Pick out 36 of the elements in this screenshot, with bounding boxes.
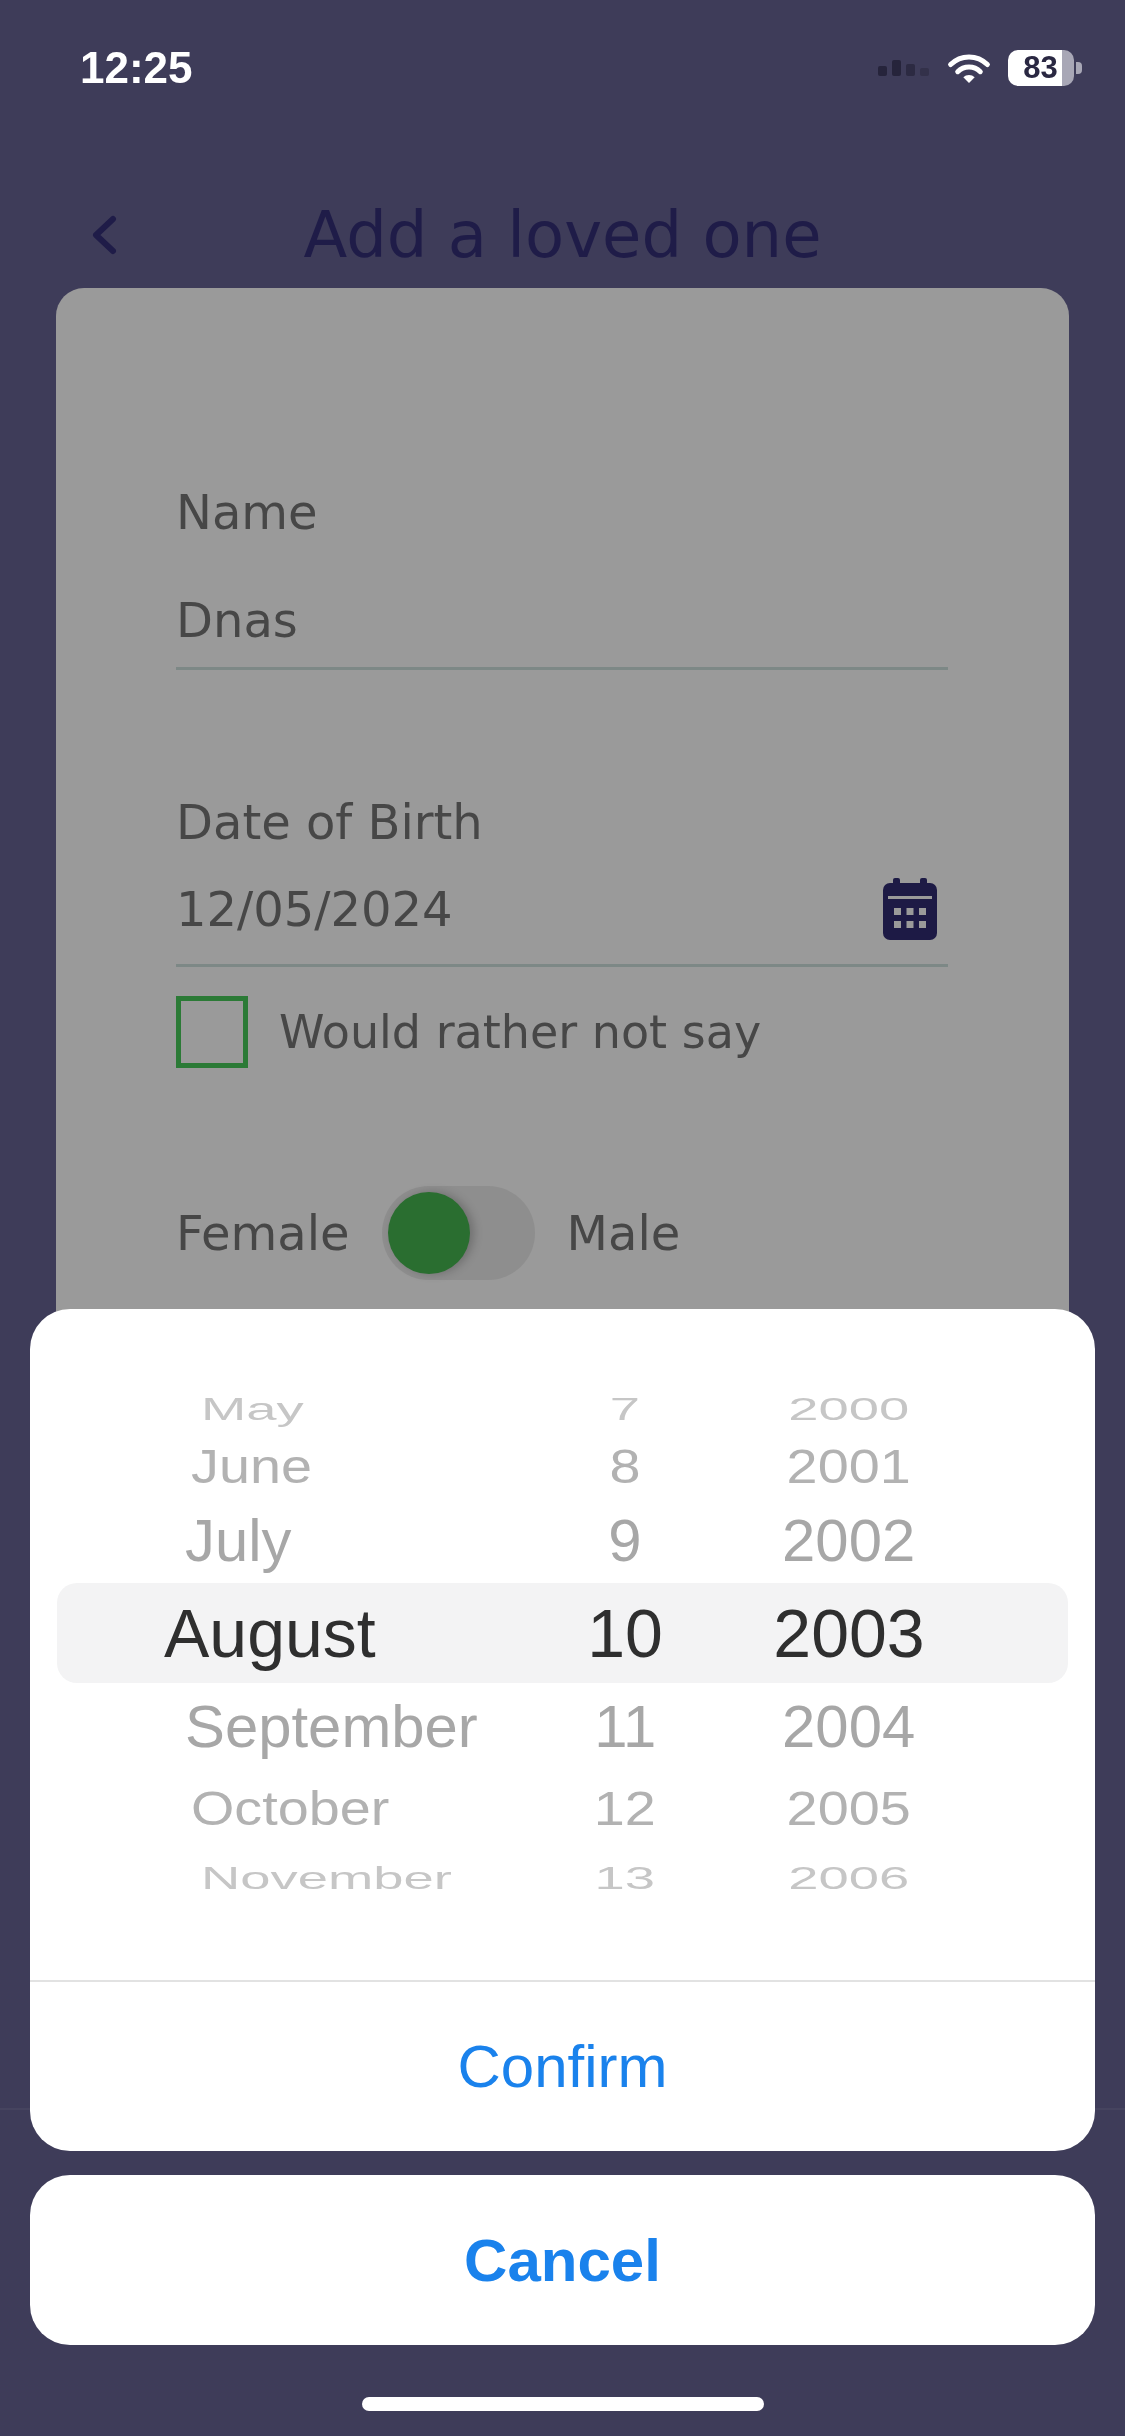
calendar-icon[interactable] (882, 878, 938, 940)
year-option[interactable]: 2003 (773, 1593, 925, 1673)
signal-icon (878, 60, 930, 76)
field-label: Date of Birth (176, 795, 483, 849)
text-field[interactable]: Dnas (176, 593, 948, 670)
day-option[interactable]: 9 (608, 1506, 642, 1574)
checkbox-label[interactable]: Would rather not say (279, 1005, 762, 1059)
year-option[interactable]: 2000 (788, 1391, 910, 1427)
month-option[interactable]: October (191, 1779, 390, 1837)
year-option[interactable]: 2006 (788, 1860, 910, 1896)
month-option[interactable]: July (185, 1506, 292, 1574)
day-option[interactable]: 7 (609, 1391, 641, 1427)
month-option[interactable]: May (201, 1391, 304, 1427)
month-option[interactable]: August (164, 1593, 376, 1673)
switch-label: Male (566, 1206, 681, 1260)
back-icon[interactable] (90, 215, 118, 255)
day-option[interactable]: 12 (594, 1779, 656, 1837)
cancel-button[interactable]: Cancel (30, 2175, 1095, 2345)
confirm-button[interactable]: Confirm (30, 1980, 1095, 2151)
month-option[interactable]: November (201, 1860, 452, 1896)
date-field[interactable]: 12/05/2024 (176, 878, 948, 967)
day-option[interactable]: 11 (593, 1692, 657, 1760)
day-option[interactable]: 10 (587, 1593, 663, 1673)
month-option[interactable]: September (185, 1692, 478, 1760)
year-option[interactable]: 2004 (782, 1692, 916, 1760)
battery-indicator: 83 (1008, 50, 1082, 86)
year-option[interactable]: 2001 (786, 1437, 912, 1495)
year-option[interactable]: 2002 (782, 1506, 916, 1574)
status-time: 12:25 (80, 43, 193, 93)
field-label: Name (176, 485, 318, 539)
day-option[interactable]: 13 (594, 1860, 656, 1896)
switch-label: Female (176, 1206, 350, 1260)
day-option[interactable]: 8 (609, 1437, 641, 1495)
checkbox[interactable] (176, 996, 248, 1068)
year-option[interactable]: 2005 (786, 1779, 912, 1837)
month-option[interactable]: June (191, 1437, 312, 1495)
